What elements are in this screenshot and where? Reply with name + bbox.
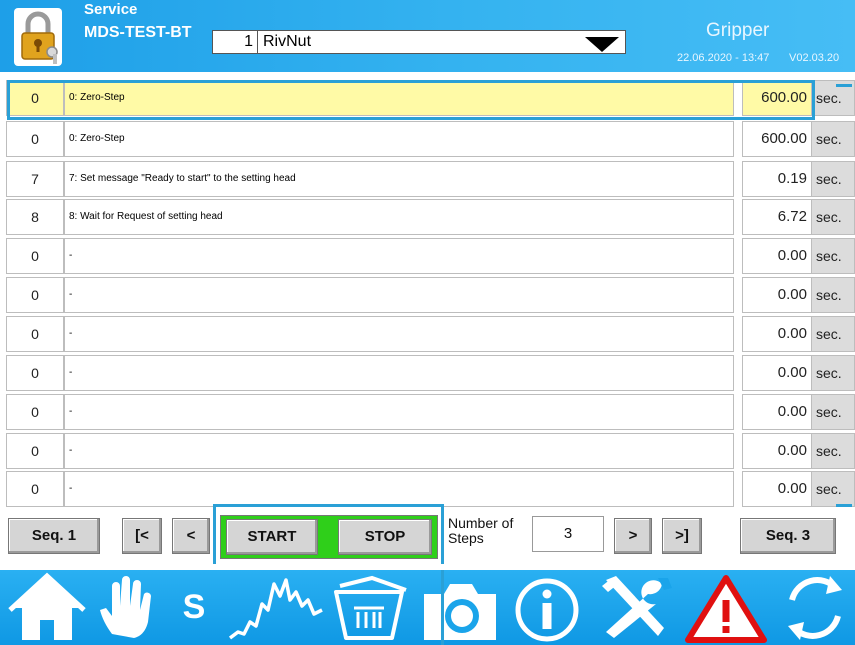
step-time: 0.00 <box>742 471 812 507</box>
step-number: 0 <box>6 433 64 469</box>
step-unit: sec. <box>812 238 855 274</box>
archive-box-icon[interactable] <box>328 570 410 645</box>
current-step-row[interactable]: 0 0: Zero-Step 600.00 sec. <box>0 78 855 118</box>
home-icon[interactable] <box>8 570 86 645</box>
step-time: 0.00 <box>742 316 812 352</box>
step-unit: sec. <box>812 394 855 430</box>
step-time: 0.19 <box>742 161 812 197</box>
next-step-button[interactable]: > <box>614 518 652 554</box>
table-row[interactable]: 7 7: Set message "Ready to start" to the… <box>0 159 855 199</box>
start-button[interactable]: START <box>226 519 318 555</box>
table-row[interactable]: 0 - 0.00 sec. <box>0 392 855 432</box>
step-number: 0 <box>6 80 64 116</box>
prev-step-button[interactable]: < <box>172 518 210 554</box>
sequence-name: RivNut <box>263 33 312 50</box>
device-name: MDS-TEST-BT <box>84 24 192 41</box>
bottom-nav: S <box>0 570 855 645</box>
lock-icon[interactable] <box>14 8 62 66</box>
machine-name: Gripper <box>706 20 770 41</box>
step-description: - <box>64 355 734 391</box>
sequence-number: 1 <box>244 33 253 50</box>
step-description: 7: Set message "Ready to start" to the s… <box>64 161 734 197</box>
seq-next-button[interactable]: Seq. 3 <box>740 518 836 554</box>
stop-button[interactable]: STOP <box>338 519 432 555</box>
step-unit: sec. <box>812 433 855 469</box>
step-time: 600.00 <box>742 121 812 157</box>
step-time: 600.00 <box>742 80 812 116</box>
step-time: 0.00 <box>742 394 812 430</box>
table-row[interactable]: 8 8: Wait for Request of setting head 6.… <box>0 197 855 237</box>
table-row[interactable]: 0 - 0.00 sec. <box>0 236 855 276</box>
warning-icon[interactable] <box>684 570 768 645</box>
step-description: 0: Zero-Step <box>64 80 734 116</box>
refresh-icon[interactable] <box>776 570 854 645</box>
step-time: 0.00 <box>742 355 812 391</box>
step-description: 0: Zero-Step <box>64 121 734 157</box>
step-description: 8: Wait for Request of setting head <box>64 199 734 235</box>
step-unit: sec. <box>812 316 855 352</box>
header-bar: Service MDS-TEST-BT 1 RivNut Gripper 22.… <box>0 0 855 72</box>
table-row[interactable]: 0 - 0.00 sec. <box>0 275 855 315</box>
step-number: 0 <box>6 316 64 352</box>
step-unit: sec. <box>812 471 855 507</box>
table-row[interactable]: 0 - 0.00 sec. <box>0 353 855 393</box>
page-title: Service <box>84 1 138 18</box>
version: V02.03.20 <box>789 52 840 64</box>
chevron-down-icon[interactable] <box>585 37 619 52</box>
step-description: - <box>64 277 734 313</box>
scroll-marker-top <box>836 84 852 87</box>
dropdown-divider <box>257 31 258 53</box>
step-number: 0 <box>6 471 64 507</box>
table-row[interactable]: 0 - 0.00 sec. <box>0 431 855 471</box>
step-unit: sec. <box>812 161 855 197</box>
table-row[interactable]: 0 0: Zero-Step 600.00 sec. <box>0 119 855 159</box>
datetime: 22.06.2020 - 13:47 <box>677 52 770 64</box>
step-unit: sec. <box>812 355 855 391</box>
step-description: - <box>64 238 734 274</box>
start-stop-frame-line <box>441 570 444 645</box>
step-number: 0 <box>6 355 64 391</box>
step-number: 7 <box>6 161 64 197</box>
step-time: 0.00 <box>742 277 812 313</box>
step-number: 0 <box>6 277 64 313</box>
step-description: - <box>64 433 734 469</box>
step-number: 0 <box>6 238 64 274</box>
step-time: 0.00 <box>742 433 812 469</box>
step-table: 0 0: Zero-Step 600.00 sec. 0 0: Zero-Ste… <box>0 72 855 510</box>
info-icon[interactable] <box>510 570 584 645</box>
seq-prev-button[interactable]: Seq. 1 <box>8 518 100 554</box>
step-description: - <box>64 471 734 507</box>
step-unit: sec. <box>812 199 855 235</box>
signal-chart-icon[interactable] <box>226 570 326 645</box>
hand-icon[interactable] <box>94 570 158 645</box>
step-number: 8 <box>6 199 64 235</box>
step-description: - <box>64 394 734 430</box>
table-row[interactable]: 0 - 0.00 sec. <box>0 469 855 509</box>
step-number: 0 <box>6 121 64 157</box>
step-time: 0.00 <box>742 238 812 274</box>
step-unit: sec. <box>812 121 855 157</box>
camera-icon[interactable] <box>418 570 502 645</box>
s-icon[interactable]: S <box>172 570 216 645</box>
step-description: - <box>64 316 734 352</box>
step-unit: sec. <box>812 277 855 313</box>
first-step-button[interactable]: [< <box>122 518 162 554</box>
steps-count-input[interactable]: 3 <box>532 516 604 552</box>
step-number: 0 <box>6 394 64 430</box>
sequence-dropdown[interactable]: 1 RivNut <box>212 30 626 54</box>
steps-label: Number of Steps <box>448 515 514 546</box>
scroll-marker-bottom <box>836 504 852 507</box>
step-time: 6.72 <box>742 199 812 235</box>
table-row[interactable]: 0 - 0.00 sec. <box>0 314 855 354</box>
tools-icon[interactable] <box>592 570 680 645</box>
last-step-button[interactable]: >] <box>662 518 702 554</box>
